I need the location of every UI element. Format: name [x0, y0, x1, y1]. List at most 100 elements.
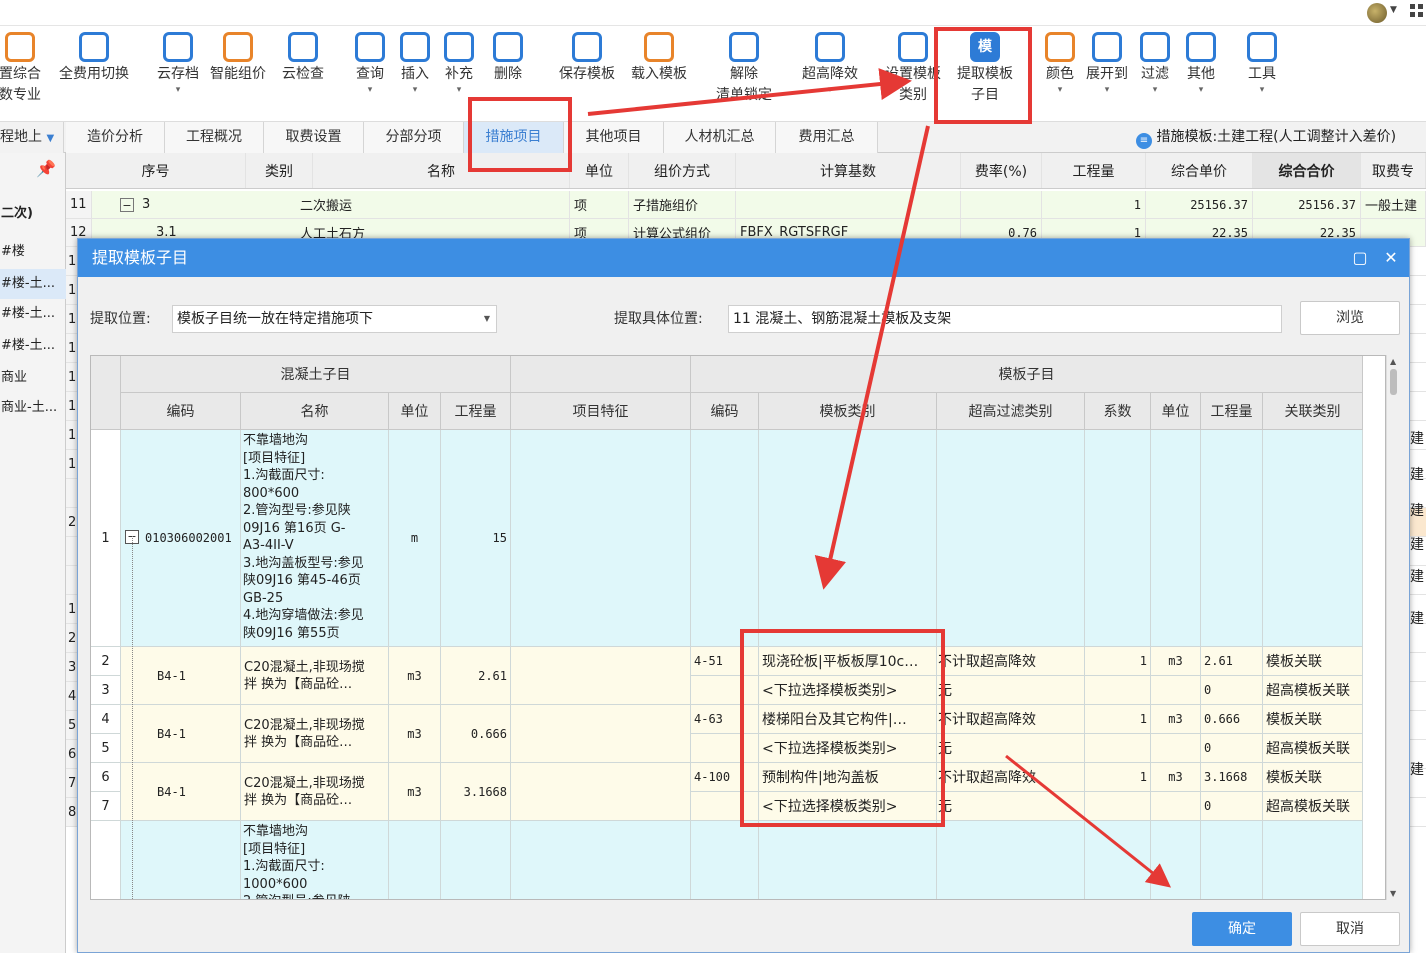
- group-header-template[interactable]: 模板子目: [691, 356, 1363, 393]
- sidebar-item[interactable]: #楼: [0, 237, 66, 267]
- sidebar-item[interactable]: 商业-土...: [0, 393, 66, 423]
- item-code[interactable]: 010306002001: [121, 430, 241, 647]
- template-cell[interactable]: [937, 430, 1085, 647]
- sidebar-item[interactable]: #楼-土...: [0, 331, 66, 361]
- toolbar-button-18[interactable]: 其他 ▾: [1183, 32, 1219, 122]
- tab-3[interactable]: 分部分项: [364, 122, 464, 153]
- browse-button[interactable]: 浏览: [1300, 301, 1400, 335]
- item-feature[interactable]: [511, 647, 691, 705]
- item-code[interactable]: [121, 821, 241, 899]
- template-cell[interactable]: [1151, 821, 1201, 899]
- toolbar-button-0[interactable]: 置综合 数专业: [0, 32, 44, 122]
- template-type-select[interactable]: <下拉选择模板类别>: [759, 792, 937, 821]
- toolbar-button-10[interactable]: 载入模板: [627, 32, 691, 122]
- template-qty[interactable]: 0: [1201, 792, 1263, 821]
- template-cell[interactable]: [1151, 430, 1201, 647]
- filter-type[interactable]: 无: [937, 734, 1085, 763]
- column-header[interactable]: 工程量: [441, 393, 511, 430]
- item-code[interactable]: B4-1: [121, 705, 241, 763]
- close-icon[interactable]: ✕: [1376, 239, 1406, 277]
- tab-project-root[interactable]: 程地上 ▼: [0, 122, 64, 153]
- chevron-down-icon[interactable]: ▼: [1390, 5, 1397, 15]
- collapse-icon[interactable]: −: [120, 198, 134, 212]
- main-header-cell[interactable]: 费率(%): [961, 153, 1042, 188]
- item-feature[interactable]: [511, 705, 691, 763]
- item-code[interactable]: B4-1: [121, 763, 241, 821]
- main-header-cell[interactable]: 取费专: [1361, 153, 1426, 188]
- template-cell[interactable]: [1263, 821, 1363, 899]
- pin-icon[interactable]: 📌: [36, 159, 56, 178]
- group-header-concrete[interactable]: 混凝土子目: [121, 356, 511, 393]
- template-cell[interactable]: [1201, 430, 1263, 647]
- toolbar-button-11[interactable]: 解除 清单锁定: [712, 32, 776, 122]
- main-header-cell[interactable]: 单位: [570, 153, 629, 188]
- template-code[interactable]: 4-63: [691, 705, 759, 734]
- template-cell[interactable]: [759, 821, 937, 899]
- toolbar-button-2[interactable]: 云存档 ▾: [153, 32, 203, 122]
- main-header-cell[interactable]: 名称: [313, 153, 570, 188]
- toolbar-button-4[interactable]: 云检查: [278, 32, 328, 122]
- filter-type[interactable]: 无: [937, 676, 1085, 705]
- column-header[interactable]: 单位: [389, 393, 441, 430]
- detail-position-field[interactable]: 11 混凝土、钢筋混凝土模板及支架: [728, 305, 1282, 333]
- template-cell[interactable]: [937, 821, 1085, 899]
- toolbar-button-7[interactable]: 补充 ▾: [441, 32, 477, 122]
- item-feature[interactable]: [511, 821, 691, 899]
- main-header-cell[interactable]: 序号: [66, 153, 246, 188]
- coefficient[interactable]: [1085, 734, 1151, 763]
- column-header[interactable]: 编码: [121, 393, 241, 430]
- column-header[interactable]: 超高过滤类别: [937, 393, 1085, 430]
- main-header-cell[interactable]: 工程量: [1042, 153, 1146, 188]
- scroll-thumb[interactable]: [1390, 369, 1397, 395]
- toolbar-button-8[interactable]: 删除: [488, 32, 528, 122]
- filter-type[interactable]: 不计取超高降效: [937, 705, 1085, 734]
- toolbar-button-15[interactable]: 颜色 ▾: [1043, 32, 1077, 122]
- vertical-scrollbar[interactable]: ▲ ▼: [1386, 355, 1400, 900]
- ok-button[interactable]: 确定: [1192, 912, 1292, 946]
- template-cell[interactable]: [691, 821, 759, 899]
- main-header-cell[interactable]: 综合合价: [1253, 153, 1361, 188]
- toolbar-button-5[interactable]: 查询 ▾: [352, 32, 388, 122]
- template-cell[interactable]: [1085, 430, 1151, 647]
- template-cell[interactable]: [759, 430, 937, 647]
- coefficient[interactable]: [1085, 676, 1151, 705]
- tab-6[interactable]: 人材机汇总: [664, 122, 776, 153]
- template-cell[interactable]: [1201, 821, 1263, 899]
- template-code[interactable]: 4-100: [691, 763, 759, 792]
- measure-template-info[interactable]: ≡ 措施模板:土建工程(人工调整计入差价): [1136, 122, 1396, 152]
- template-qty[interactable]: 0: [1201, 676, 1263, 705]
- coefficient[interactable]: 1: [1085, 763, 1151, 792]
- template-type-select[interactable]: 现浇砼板|平板板厚10c…: [759, 647, 937, 676]
- column-header[interactable]: 系数: [1085, 393, 1151, 430]
- coefficient[interactable]: 1: [1085, 705, 1151, 734]
- template-qty[interactable]: 0: [1201, 734, 1263, 763]
- main-header-cell[interactable]: 类别: [246, 153, 313, 188]
- toolbar-button-17[interactable]: 过滤 ▾: [1138, 32, 1172, 122]
- coefficient[interactable]: 1: [1085, 647, 1151, 676]
- template-code[interactable]: [691, 734, 759, 763]
- filter-type[interactable]: 无: [937, 792, 1085, 821]
- item-feature[interactable]: [511, 763, 691, 821]
- grid-menu-icon[interactable]: [1410, 4, 1424, 18]
- template-code[interactable]: 4-51: [691, 647, 759, 676]
- column-header[interactable]: 工程量: [1201, 393, 1263, 430]
- tab-5[interactable]: 其他项目: [564, 122, 664, 153]
- tab-0[interactable]: 造价分析: [66, 122, 165, 153]
- position-select[interactable]: 模板子目统一放在特定措施项下 ▼: [172, 305, 497, 333]
- sidebar-item[interactable]: 商业: [0, 363, 66, 393]
- template-code[interactable]: [691, 792, 759, 821]
- toolbar-button-16[interactable]: 展开到 ▾: [1083, 32, 1131, 122]
- toolbar-button-3[interactable]: 智能组价: [207, 32, 269, 122]
- group-header-blank[interactable]: [511, 356, 691, 393]
- column-header[interactable]: 模板类别: [759, 393, 937, 430]
- toolbar-button-1[interactable]: 全费用切换: [55, 32, 133, 122]
- main-grid-row[interactable]: 11−3 二次搬运项子措施组价 1 25156.37 25156.37 一般土建: [66, 191, 1426, 219]
- filter-type[interactable]: 不计取超高降效: [937, 763, 1085, 792]
- template-cell[interactable]: [1263, 430, 1363, 647]
- column-header[interactable]: 名称: [241, 393, 389, 430]
- toolbar-button-19[interactable]: 工具 ▾: [1244, 32, 1280, 122]
- maximize-icon[interactable]: ▢: [1345, 239, 1375, 277]
- sidebar-item[interactable]: #楼-土...: [0, 269, 66, 299]
- template-cell[interactable]: [691, 430, 759, 647]
- scroll-down-icon[interactable]: ▼: [1390, 889, 1396, 898]
